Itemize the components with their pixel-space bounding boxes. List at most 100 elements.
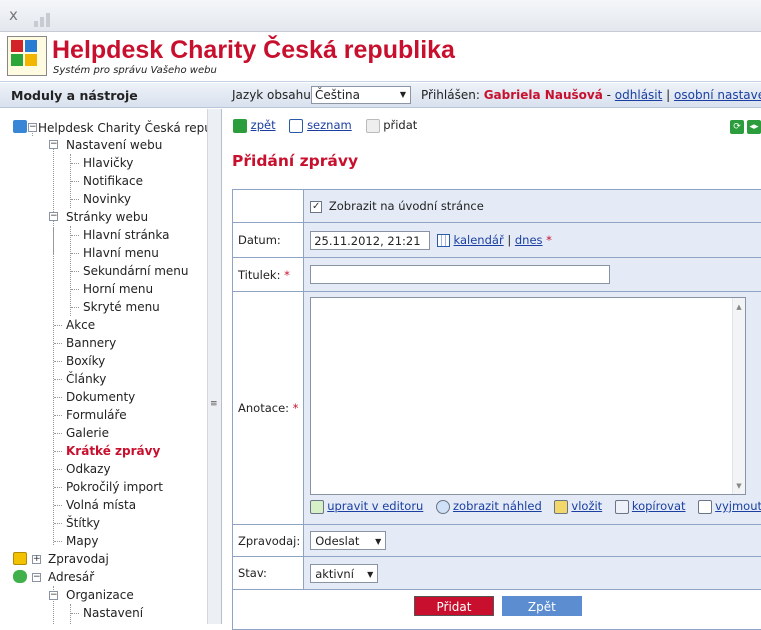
action-toolbar: zpět seznam přidat bbox=[233, 118, 427, 136]
back-button[interactable]: Zpět bbox=[502, 596, 582, 616]
date-label: Datum: bbox=[233, 223, 304, 258]
edit-in-editor-action[interactable]: upravit v editoru bbox=[310, 499, 423, 514]
tree-item-formulare[interactable]: Formuláře bbox=[66, 406, 127, 424]
tree-item-hlavni-menu[interactable]: Hlavní menu bbox=[83, 244, 159, 262]
chevron-down-icon: ▼ bbox=[375, 537, 381, 546]
scroll-down-icon[interactable]: ▼ bbox=[736, 482, 741, 490]
calendar-icon[interactable] bbox=[437, 234, 450, 247]
back-action[interactable]: zpět bbox=[233, 118, 276, 133]
logout-link[interactable]: odhlásit bbox=[615, 88, 663, 102]
modules-title: Moduly a nástroje bbox=[11, 88, 138, 103]
scissors-icon bbox=[698, 500, 712, 514]
newsletter-cell: Odeslat▼ bbox=[304, 525, 761, 557]
add-action: přidat bbox=[366, 118, 418, 133]
separator: - bbox=[607, 88, 611, 102]
tree-item-kratke-zpravy[interactable]: Krátké zprávy bbox=[66, 442, 160, 460]
calendar-link[interactable]: kalendář bbox=[454, 233, 504, 247]
news-form: ✓ Zobrazit na úvodní stránce Datum: 25.1… bbox=[232, 189, 761, 630]
tree-item-notifikace[interactable]: Notifikace bbox=[83, 172, 143, 190]
page-title: Přidání zprávy bbox=[232, 152, 358, 170]
tree-item-odkazy[interactable]: Odkazy bbox=[66, 460, 111, 478]
language-label: Jazyk obsahu: bbox=[232, 88, 315, 102]
tree-item-hlavicky[interactable]: Hlavičky bbox=[83, 154, 133, 172]
tree-item-volna-mista[interactable]: Volná místa bbox=[66, 496, 136, 514]
tree-item-stranky-webu[interactable]: Stránky webu bbox=[66, 208, 148, 226]
paste-action[interactable]: vložit bbox=[554, 499, 602, 514]
chevron-down-icon: ▼ bbox=[367, 570, 373, 579]
tree-item-mapy[interactable]: Mapy bbox=[66, 532, 98, 550]
textarea-scrollbar[interactable]: ▲ ▼ bbox=[732, 298, 745, 494]
tree-item-akce[interactable]: Akce bbox=[66, 316, 95, 334]
chevron-down-icon: ▼ bbox=[400, 90, 406, 99]
tree-item-bannery[interactable]: Bannery bbox=[66, 334, 116, 352]
scroll-up-icon[interactable]: ▲ bbox=[736, 303, 741, 311]
personal-settings-link[interactable]: osobní nastavení bbox=[674, 88, 761, 102]
tree-item-nastaveni[interactable]: Nastavení bbox=[83, 604, 143, 622]
collapse-icon[interactable]: − bbox=[28, 123, 37, 132]
show-on-home-label: Zobrazit na úvodní stránce bbox=[329, 199, 484, 213]
tree-item-organizace[interactable]: Organizace bbox=[66, 586, 134, 604]
copy-icon bbox=[615, 500, 629, 514]
app-logo-icon bbox=[7, 36, 47, 76]
app-title: Helpdesk Charity Česká republika bbox=[52, 36, 455, 65]
required-mark: * bbox=[546, 233, 552, 247]
preview-action[interactable]: zobrazit náhled bbox=[436, 499, 542, 514]
back-link[interactable]: zpět bbox=[251, 118, 276, 132]
split-arrows-icon[interactable]: ◂▸ bbox=[747, 120, 761, 134]
eye-icon bbox=[436, 500, 450, 514]
tree-item-adresar[interactable]: Adresář bbox=[48, 568, 94, 586]
newsletter-select[interactable]: Odeslat▼ bbox=[310, 531, 386, 550]
list-action[interactable]: seznam bbox=[289, 118, 351, 133]
annotation-cell: ▲ ▼ upravit v editoru zobrazit náhled vl… bbox=[304, 292, 761, 525]
title-cell bbox=[304, 258, 761, 292]
language-value: Čeština bbox=[315, 88, 360, 102]
app-subtitle: Systém pro správu Vašeho webu bbox=[53, 65, 217, 76]
tree-item-novinky[interactable]: Novinky bbox=[83, 190, 131, 208]
status-select[interactable]: aktivní▼ bbox=[310, 564, 378, 583]
tree-item-horni-menu[interactable]: Horní menu bbox=[83, 280, 153, 298]
tree-item-clanky[interactable]: Články bbox=[66, 370, 106, 388]
collapse-icon[interactable]: − bbox=[49, 140, 58, 149]
tree-item-nastaveni-webu[interactable]: Nastavení webu bbox=[66, 136, 162, 154]
main-content: zpět seznam přidat ⟳◂▸ Přidání zprávy ✓ … bbox=[223, 109, 761, 624]
tree-item-galerie[interactable]: Galerie bbox=[66, 424, 109, 442]
module-tree: − Helpdesk Charity Česká republika − Nas… bbox=[0, 109, 207, 624]
collapse-icon[interactable]: − bbox=[49, 591, 58, 600]
language-select[interactable]: Čeština ▼ bbox=[311, 86, 411, 104]
show-on-home-checkbox[interactable]: ✓ bbox=[310, 201, 322, 213]
show-on-home-cell: ✓ Zobrazit na úvodní stránce bbox=[304, 190, 761, 223]
tree-item-sekundarni-menu[interactable]: Sekundární menu bbox=[83, 262, 189, 280]
add-button[interactable]: Přidat bbox=[414, 596, 494, 616]
date-input[interactable]: 25.11.2012, 21:21 bbox=[310, 231, 430, 250]
refresh-icon[interactable]: ⟳ bbox=[730, 120, 744, 134]
tree-item-root[interactable]: Helpdesk Charity Česká republika bbox=[38, 119, 207, 137]
copy-action[interactable]: kopírovat bbox=[615, 499, 686, 514]
tree-item-hlavni-stranka[interactable]: Hlavní stránka bbox=[83, 226, 170, 244]
tree-item-skryte-menu[interactable]: Skryté menu bbox=[83, 298, 160, 316]
tree-item-boxiky[interactable]: Boxíky bbox=[66, 352, 105, 370]
close-icon[interactable]: x bbox=[9, 6, 18, 24]
newsletter-label: Zpravodaj: bbox=[233, 525, 304, 557]
tree-item-pokrocily-import[interactable]: Pokročilý import bbox=[66, 478, 163, 496]
tree-item-dokumenty[interactable]: Dokumenty bbox=[66, 388, 135, 406]
tree-item-zpravodaj[interactable]: Zpravodaj bbox=[48, 550, 109, 568]
expand-icon[interactable]: + bbox=[32, 555, 41, 564]
title-input[interactable] bbox=[310, 265, 610, 284]
collapse-icon[interactable]: − bbox=[49, 212, 58, 221]
annotation-label: Anotace: * bbox=[233, 292, 304, 525]
tree-item-stitky[interactable]: Štítky bbox=[66, 514, 100, 532]
collapse-icon[interactable]: − bbox=[32, 573, 41, 582]
list-icon bbox=[289, 119, 303, 133]
list-link[interactable]: seznam bbox=[307, 118, 352, 132]
paste-icon bbox=[554, 500, 568, 514]
user-info: Přihlášen: Gabriela Naušová - odhlásit |… bbox=[421, 88, 761, 102]
cut-action[interactable]: vyjmout bbox=[698, 499, 761, 514]
sub-toolbar: Moduly a nástroje Jazyk obsahu: Čeština … bbox=[0, 83, 761, 108]
sidebar-resize-handle[interactable]: ≡ bbox=[207, 109, 221, 624]
user-name: Gabriela Naušová bbox=[484, 88, 603, 102]
form-buttons: Přidat Zpět bbox=[414, 596, 586, 616]
add-label: přidat bbox=[383, 118, 417, 132]
separator: | bbox=[507, 233, 511, 247]
today-link[interactable]: dnes bbox=[515, 233, 543, 247]
annotation-textarea[interactable]: ▲ ▼ bbox=[310, 297, 746, 495]
